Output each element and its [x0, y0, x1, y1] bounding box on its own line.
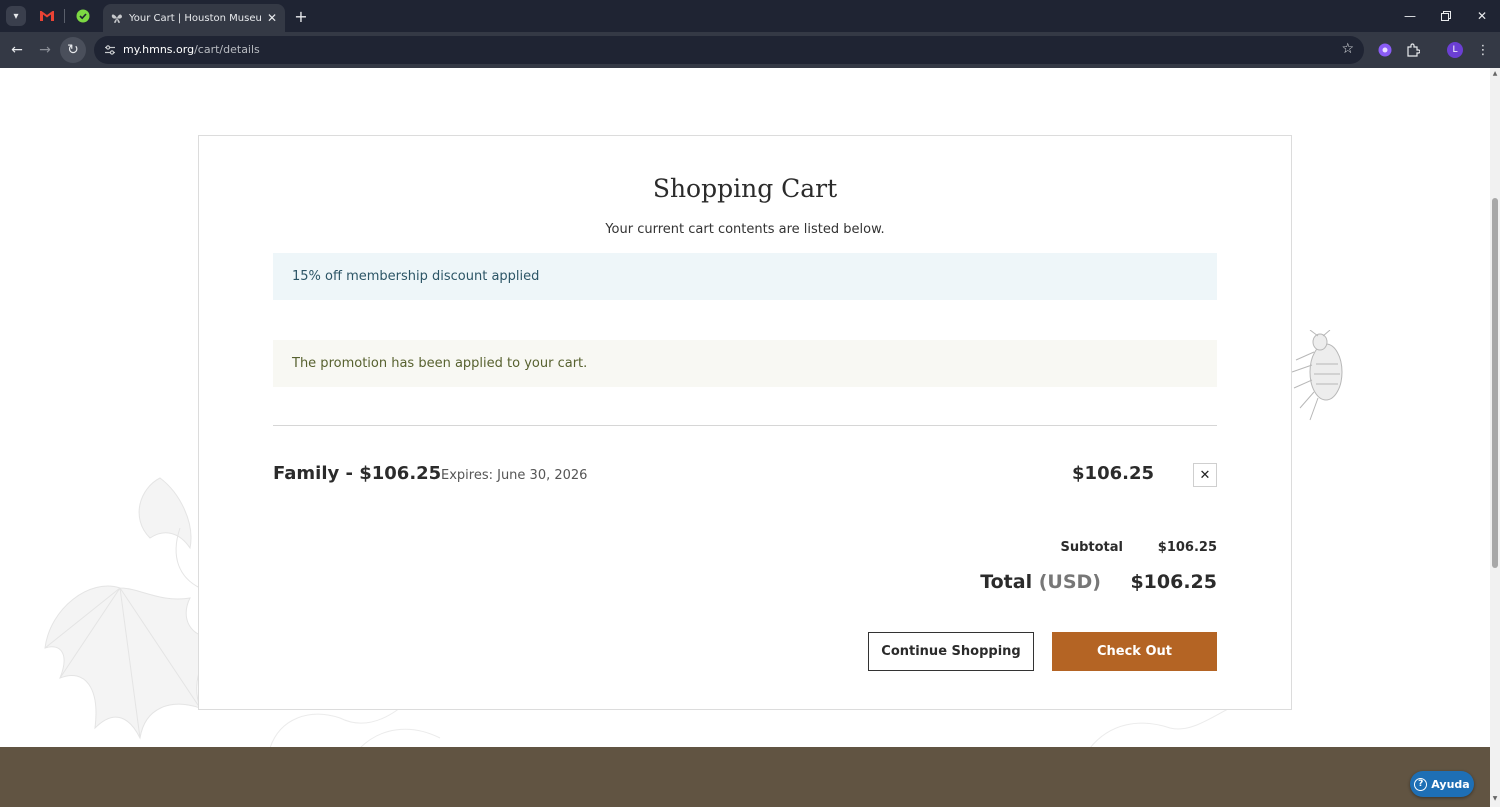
- cart-item-name: Family - $106.25: [273, 463, 442, 484]
- tab-active[interactable]: Your Cart | Houston Museum of Natural Sc…: [103, 4, 285, 32]
- promotion-alert: The promotion has been applied to your c…: [273, 340, 1217, 387]
- arrow-right-icon[interactable]: →: [32, 37, 58, 63]
- discount-alert: 15% off membership discount applied: [273, 253, 1217, 300]
- url-host: my.hmns.org: [123, 43, 195, 56]
- kebab-icon[interactable]: ⋮: [1472, 39, 1494, 61]
- beetle-illustration-icon: [1291, 330, 1343, 421]
- remove-item-button[interactable]: ✕: [1193, 463, 1217, 487]
- url-text[interactable]: my.hmns.org/cart/details: [123, 43, 260, 56]
- cart-item-expires: Expires: June 30, 2026: [441, 468, 588, 483]
- discount-alert-text: 15% off membership discount applied: [292, 269, 540, 284]
- scroll-down-icon[interactable]: ▼: [1492, 796, 1498, 802]
- help-label: Ayuda: [1431, 777, 1470, 791]
- scroll-up-icon[interactable]: ▲: [1492, 71, 1498, 77]
- avatar[interactable]: L: [1444, 39, 1466, 61]
- leaf-illustration-icon: [44, 477, 216, 740]
- minimize-icon[interactable]: —: [1399, 6, 1421, 26]
- total-label: Total: [980, 571, 1033, 593]
- extension-icon[interactable]: [1374, 39, 1396, 61]
- gmail-icon[interactable]: [36, 6, 58, 26]
- tab-separator: [64, 9, 65, 23]
- cart-card: Shopping Cart Your current cart contents…: [198, 135, 1292, 710]
- chevron-down-icon[interactable]: ▾: [6, 6, 26, 26]
- browser-tab-strip: ▾ Your Cart | Houston Museum of Natural …: [0, 0, 1500, 32]
- reload-icon[interactable]: ↻: [60, 37, 86, 63]
- total-currency: (USD): [1038, 571, 1101, 593]
- site-footer: [0, 747, 1490, 807]
- promotion-alert-text: The promotion has been applied to your c…: [292, 356, 588, 371]
- total-value: $106.25: [1130, 571, 1217, 593]
- puzzle-icon[interactable]: [1402, 39, 1424, 61]
- cart-item-price: $106.25: [1072, 463, 1154, 484]
- divider: [273, 425, 1217, 426]
- help-button[interactable]: ? Ayuda: [1410, 771, 1474, 797]
- tab-title: Your Cart | Houston Museum of Natural Sc…: [129, 12, 261, 24]
- checkout-button[interactable]: Check Out: [1052, 632, 1217, 671]
- url-path: /cart/details: [194, 43, 260, 56]
- window-close-icon[interactable]: ✕: [1471, 6, 1493, 26]
- profile-initial: L: [1447, 42, 1463, 58]
- close-icon[interactable]: ✕: [267, 11, 277, 25]
- checkmark-circle-icon[interactable]: [72, 6, 94, 26]
- subtotal-label: Subtotal: [1060, 540, 1123, 555]
- tune-icon[interactable]: [102, 42, 118, 58]
- page-subtitle: Your current cart contents are listed be…: [605, 222, 885, 237]
- page-title: Shopping Cart: [652, 174, 838, 203]
- scrollbar-thumb[interactable]: [1492, 198, 1498, 568]
- help-icon: ?: [1414, 777, 1428, 791]
- star-icon[interactable]: ☆: [1341, 41, 1354, 57]
- continue-shopping-button[interactable]: Continue Shopping: [868, 632, 1034, 671]
- butterfly-icon: [111, 9, 123, 28]
- new-tab-button[interactable]: +: [292, 6, 310, 26]
- address-bar[interactable]: my.hmns.org/cart/details ☆: [94, 36, 1364, 64]
- close-icon: ✕: [1199, 467, 1211, 483]
- restore-icon[interactable]: [1435, 6, 1457, 26]
- subtotal-value: $106.25: [1157, 540, 1217, 555]
- browser-toolbar: ← → ↻ my.hmns.org/cart/details ☆ L ⋮: [0, 32, 1500, 68]
- page-scrollbar[interactable]: ▲ ▼: [1490, 68, 1500, 807]
- page-content: Shopping Cart Your current cart contents…: [0, 68, 1490, 807]
- total-label-group: Total (USD): [939, 571, 1101, 593]
- arrow-left-icon[interactable]: ←: [4, 37, 30, 63]
